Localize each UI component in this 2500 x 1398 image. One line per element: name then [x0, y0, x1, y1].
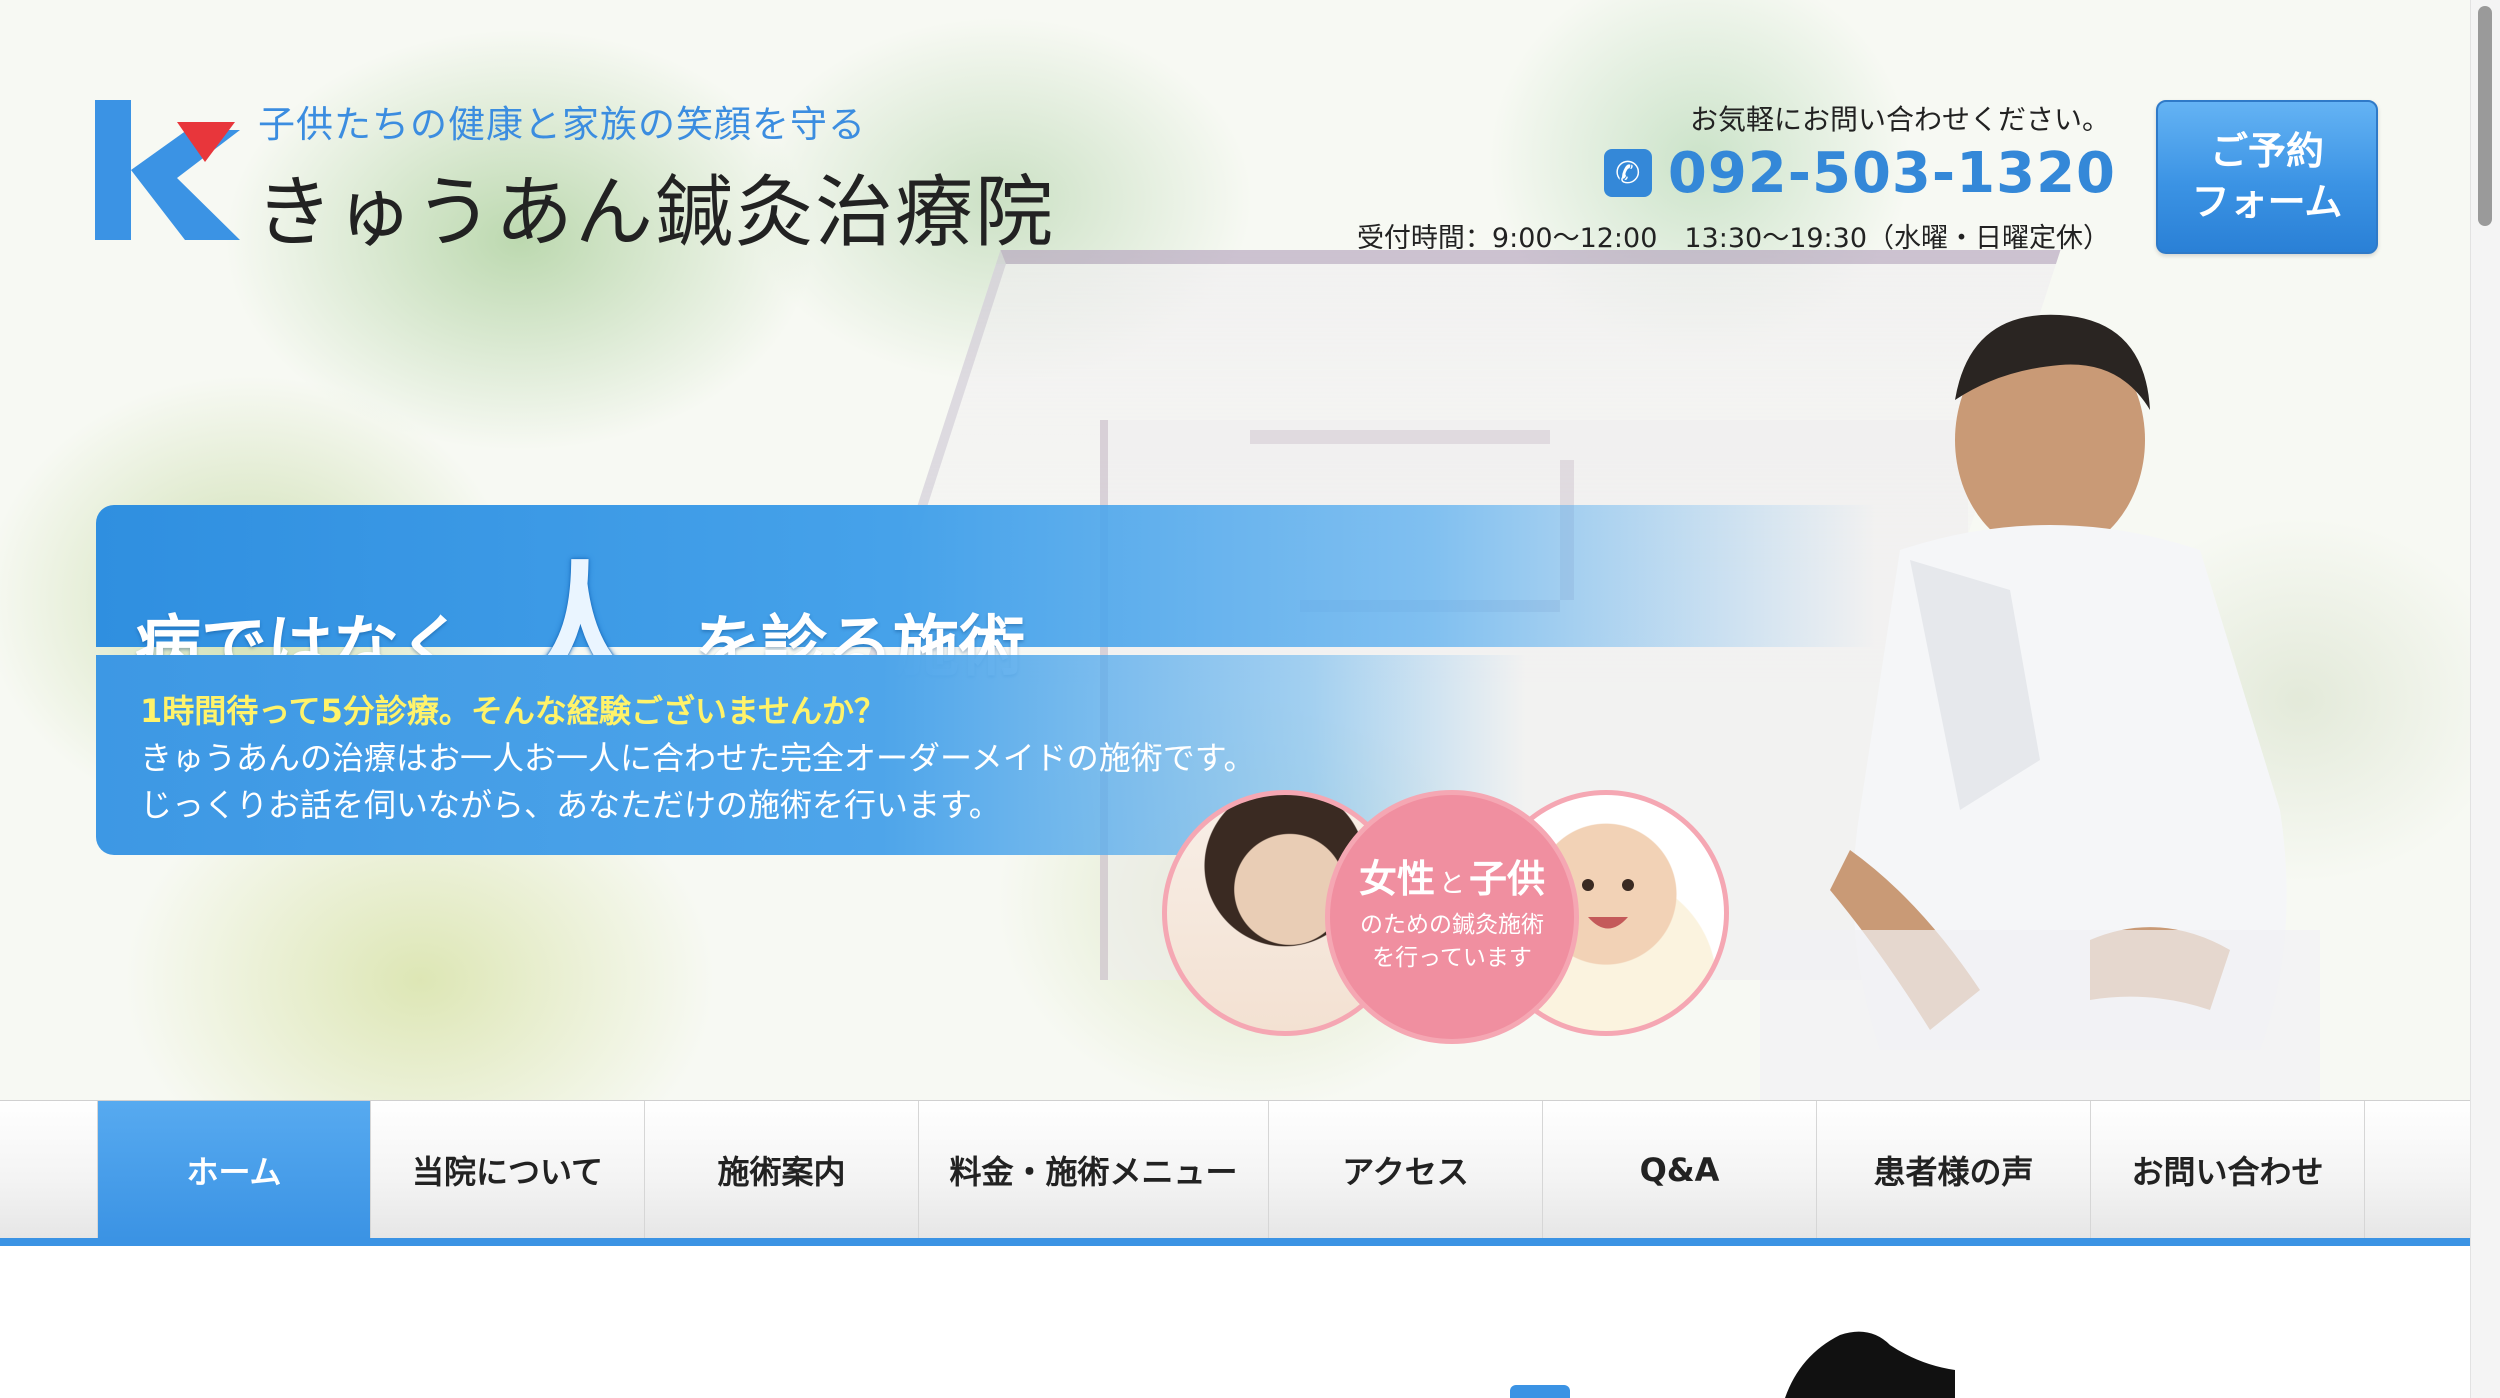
badge-heading: 女性と子供	[1358, 856, 1546, 901]
site-tagline: 子供たちの健康と家族の笑顔を守る	[258, 103, 866, 146]
banner-line-1: きゅうあんの治療はお一人お一人に合わせた完全オーダーメイドの施術です。	[140, 739, 1256, 777]
site-name[interactable]: きゅうあん鍼灸治療院	[255, 150, 1055, 262]
badge-word-women: 女性	[1358, 856, 1435, 901]
clinic-logo-mark[interactable]	[95, 100, 240, 240]
phone-number: 092-503-1320	[1667, 140, 2116, 206]
nav-item-contact[interactable]: お問い合わせ	[2091, 1101, 2365, 1239]
nav-item-pricing[interactable]: 料金・施術メニュー	[919, 1101, 1269, 1239]
main-navigation: ホーム 当院について 施術案内 料金・施術メニュー アクセス Q&A 患者様の声…	[0, 1100, 2470, 1239]
badge-sub-line1: のための鍼灸施術	[1360, 911, 1544, 938]
badge-sub-line2: を行っています	[1372, 944, 1532, 971]
nav-item-faq[interactable]: Q&A	[1543, 1101, 1817, 1239]
nav-item-testimonials[interactable]: 患者様の声	[1817, 1101, 2091, 1239]
badge-word-children: 子供	[1469, 856, 1546, 901]
badge-subtext: のための鍼灸施術 を行っています	[1360, 909, 1544, 976]
banner-lead: 1時間待って5分診療。そんな経験ございませんか？	[140, 692, 886, 730]
section-heading-fragment	[1510, 1385, 1570, 1398]
nav-items: ホーム 当院について 施術案内 料金・施術メニュー アクセス Q&A 患者様の声…	[97, 1101, 2365, 1239]
contact-note: お気軽にお問い合わせください。	[1689, 103, 2110, 136]
practitioner-photo	[1760, 314, 2320, 1100]
badge-joiner: と	[1438, 868, 1465, 899]
women-children-badge: 女性と子供 のための鍼灸施術 を行っています	[1325, 790, 1579, 1044]
nav-item-about[interactable]: 当院について	[371, 1101, 645, 1239]
phone-icon: ✆	[1603, 149, 1652, 197]
scrollbar-thumb[interactable]	[2478, 6, 2492, 226]
banner-line-2: じっくりお話を伺いながら、あなただけの施術を行います。	[140, 786, 1001, 824]
reserve-label-line1: ご予約	[2209, 128, 2324, 173]
phone-link[interactable]: ✆ 092-503-1320	[1603, 138, 2116, 208]
reserve-label-line2: フォーム	[2191, 180, 2343, 224]
business-hours: 受付時間：9:00～12:00 13:30～19:30（水曜・日曜定休）	[1356, 223, 2110, 254]
nav-underline	[0, 1238, 2470, 1246]
brush-decoration	[1785, 1331, 1955, 1398]
nav-item-home[interactable]: ホーム	[97, 1101, 371, 1239]
reservation-form-button[interactable]: ご予約 フォーム	[2156, 100, 2378, 254]
nav-item-treatment[interactable]: 施術案内	[645, 1101, 919, 1239]
nav-item-access[interactable]: アクセス	[1269, 1101, 1543, 1239]
house-illustration-detail	[1250, 430, 1550, 444]
